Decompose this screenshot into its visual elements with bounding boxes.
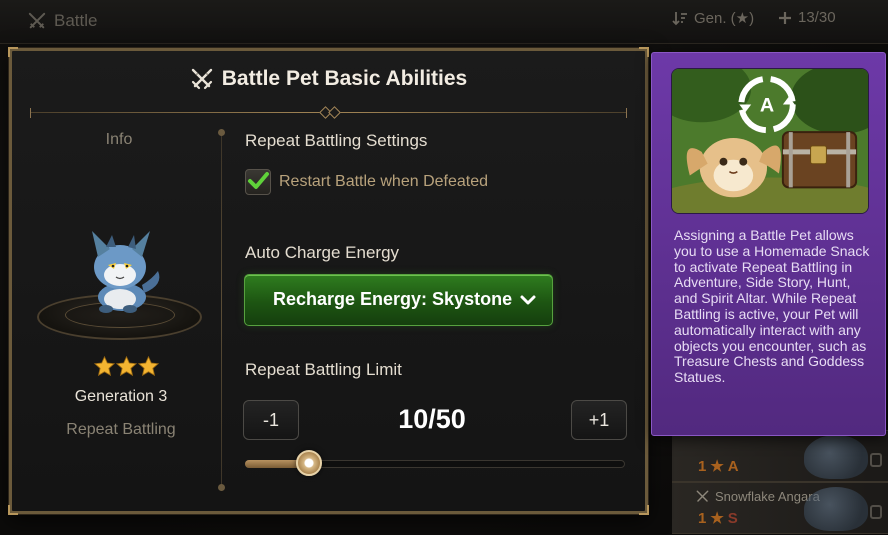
list-item-name: Snowflake Angara [696,489,820,504]
list-item-grade: 1 ★ S [698,509,738,528]
repeat-limit-slider[interactable] [245,450,625,476]
restart-battle-checkbox[interactable]: Restart Battle when Defeated [245,169,488,195]
dialog-title: Battle Pet Basic Abilities [12,67,645,91]
crossed-swords-icon [28,12,46,29]
battle-pet-dialog: Battle Pet Basic Abilities Info Generati… [8,47,649,515]
checkmark-icon [248,172,269,189]
pet-generation: Generation 3 [74,388,168,405]
pet-count: 13/30 [778,9,836,26]
sort-label: Gen. (★) [694,10,755,27]
repeat-limit-value: 10/50 [398,404,466,434]
background-title-label: Battle [54,11,98,30]
pet-info-tooltip: A Assigning a Battle Pet allows you to u… [651,52,886,436]
auto-charge-heading: Auto Charge Energy [245,243,400,262]
checkbox[interactable] [245,169,271,195]
pet-count-label: 13/30 [798,9,836,26]
star-icon [94,356,115,377]
pet-illustration: A [671,68,869,214]
list-item-grade: 1 ★ A [698,457,739,476]
pet-thumbnail [804,435,868,479]
tooltip-description: Assigning a Battle Pet allows you to use… [674,227,870,386]
background-header: Battle Gen. (★) 13/30 [0,0,888,44]
pet-portrait [92,231,160,313]
pet-thumbnail [804,487,868,531]
sort-icon [672,12,687,26]
star-rating [94,356,159,377]
star-icon: ★ [710,510,724,527]
game-screen: Battle Gen. (★) 13/30 1 ★ A Snowflake An… [0,0,888,535]
list-item[interactable]: 1 ★ A [672,430,888,482]
star-icon [138,356,159,377]
background-title: Battle [28,11,97,31]
repeat-settings-heading: Repeat Battling Settings [245,131,428,150]
sort-button[interactable]: Gen. (★) [672,9,754,27]
restart-battle-label: Restart Battle when Defeated [279,173,489,190]
slider-thumb[interactable] [295,450,322,476]
repeat-limit-heading: Repeat Battling Limit [245,360,402,379]
pet-ability: Repeat Battling [66,421,176,438]
column-divider [218,129,225,491]
star-icon [116,356,137,377]
recharge-energy-value: Recharge Energy: Skystone [273,289,513,309]
crossed-swords-icon [696,490,709,502]
dialog-title-label: Battle Pet Basic Abilities [221,67,468,90]
plus-icon [779,11,791,24]
chevron-down-icon [520,295,536,305]
crossed-swords-icon [191,68,212,90]
recharge-energy-dropdown[interactable]: Recharge Energy: Skystone [244,274,553,326]
lock-icon [870,505,882,519]
increment-button[interactable]: +1 [571,400,627,440]
auto-badge-letter: A [760,94,774,116]
decrement-button[interactable]: -1 [243,400,299,440]
background-pet-list: 1 ★ A Snowflake Angara 1 ★ S [672,420,888,535]
star-icon: ★ [710,458,724,475]
lock-icon [870,453,882,467]
list-item[interactable]: Snowflake Angara 1 ★ S [672,482,888,534]
title-divider [30,106,627,119]
info-label: Info [105,131,133,148]
